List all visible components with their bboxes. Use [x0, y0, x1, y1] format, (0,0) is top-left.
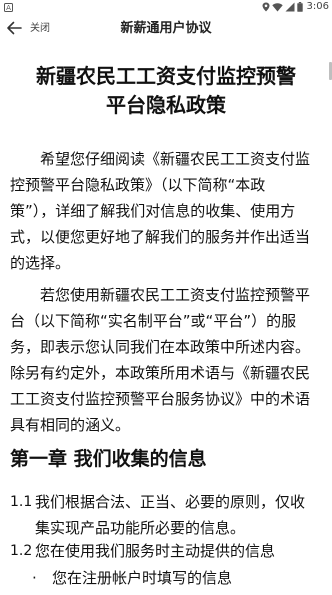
- status-bar: A 3:06: [0, 0, 332, 13]
- page-title: 新薪通用户协议: [120, 21, 212, 36]
- paragraph-line: 希望您仔细阅读《新疆农民工工资支付监: [40, 150, 311, 168]
- clause-number: 1.1: [10, 494, 33, 510]
- status-right: 3:06: [262, 0, 329, 13]
- intro-paragraph: 希望您仔细阅读《新疆农民工工资支付监 控预警平台隐私政策》（以下简称“本政 策”…: [10, 146, 330, 276]
- app-bar: 关闭 新薪通用户协议: [0, 13, 332, 46]
- scope-paragraph: 若您使用新疆农民工工资支付监控预警平 台（以下简称“实名制平台”或“平台”）的服…: [10, 282, 330, 438]
- document-title-line: 新疆农民工工资支付监控预警: [36, 64, 296, 88]
- paragraph-line: 台（以下简称“实名制平台”或“平台”）的服: [10, 312, 297, 330]
- document-title: 新疆农民工工资支付监控预警 平台隐私政策: [10, 62, 322, 120]
- paragraph-line: 务，即表示您认同我们在本政策中所述内容。: [10, 338, 311, 356]
- paragraph-line: 控预警平台隐私政策》（以下简称“本政: [10, 176, 266, 194]
- paragraph-line: 若您使用新疆农民工工资支付监控预警平: [40, 286, 311, 304]
- clause-line: 您在使用我们服务时主动提供的信息: [35, 542, 276, 560]
- bullet-item: · 您在注册帐户时填写的信息: [32, 565, 232, 591]
- status-time: 3:06: [306, 1, 329, 12]
- bullet-dot: ·: [32, 569, 37, 587]
- document-content: 新疆农民工工资支付监控预警 平台隐私政策 希望您仔细阅读《新疆农民工工资支付监 …: [0, 46, 332, 595]
- paragraph-line: 具有相同的涵义。: [10, 416, 131, 434]
- clause-line: 我们根据合法、正当、必要的原则，仅收: [35, 493, 306, 511]
- clause-text: 您在使用我们服务时主动提供的信息: [35, 538, 275, 564]
- clause-number: 1.2: [10, 543, 33, 559]
- status-left: A: [4, 0, 13, 13]
- svg-text:A: A: [6, 4, 11, 12]
- paragraph-line: 式，以便您更好地了解我们的服务并作出适当: [10, 228, 311, 246]
- clause-text: 我们根据合法、正当、必要的原则，仅收 集实现产品功能所必要的信息。: [35, 489, 305, 541]
- paragraph-line: 策”），详细了解我们对信息的收集、使用方: [10, 202, 296, 220]
- paragraph-line: 除另有约定外，本政策所用术语与《新疆农民: [10, 364, 311, 382]
- paragraph-line: 的选择。: [10, 254, 71, 272]
- paragraph-line: 工工资支付监控预警平台服务协议》中的术语: [10, 390, 311, 408]
- chapter-heading: 第一章 我们收集的信息: [10, 448, 207, 470]
- bullet-text: 您在注册帐户时填写的信息: [52, 569, 233, 587]
- document-title-line: 平台隐私政策: [106, 93, 226, 117]
